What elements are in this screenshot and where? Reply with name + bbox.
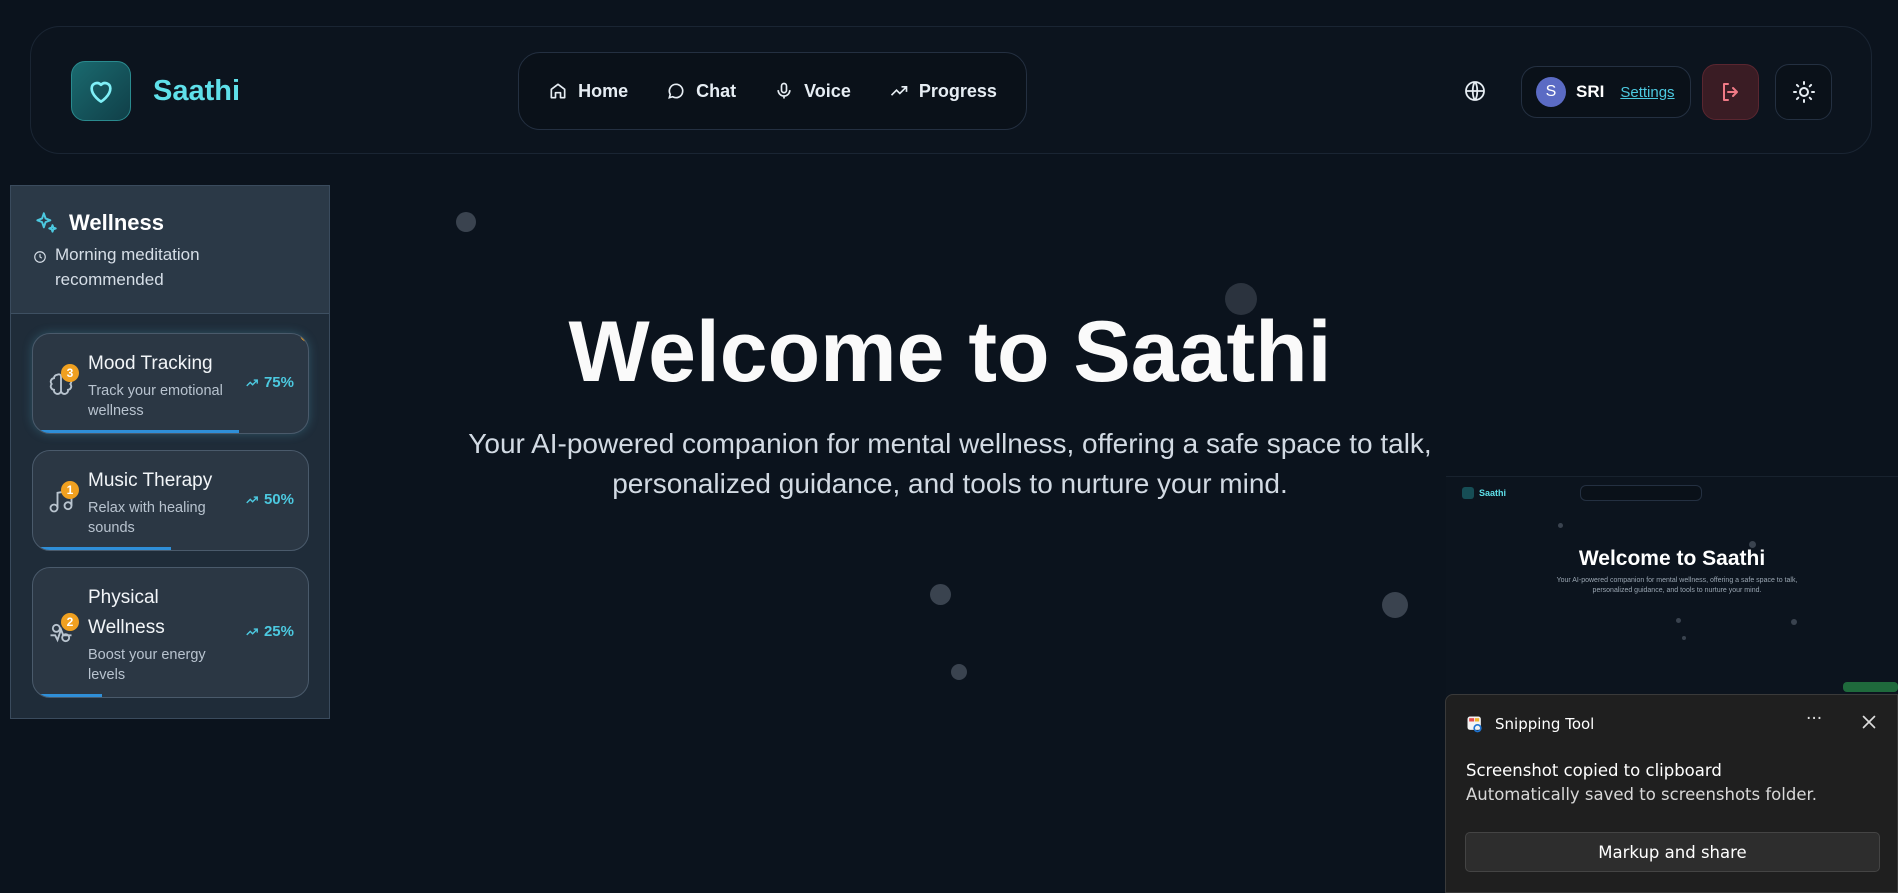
wellness-sidebar: Wellness Morning meditation recommended …: [10, 185, 330, 719]
snipping-tool-notification: Snipping Tool ··· Screenshot copied to c…: [1445, 694, 1898, 893]
card-description: Relax with healing sounds: [88, 500, 206, 536]
card-progress-track: [33, 547, 308, 550]
heart-icon: [71, 61, 131, 121]
thumbnail-nav: [1580, 485, 1702, 501]
clock-icon: [34, 251, 46, 263]
card-percent: 25%: [245, 623, 294, 640]
nav-home-label: Home: [578, 80, 629, 101]
brand-name: Saathi: [153, 74, 241, 107]
nav-voice-label: Voice: [804, 80, 851, 101]
physical-wellness-card[interactable]: 2 Physical Wellness Boost your energy le…: [32, 567, 309, 698]
top-header: Saathi Home Chat Voice Progress S SRI Se…: [30, 26, 1872, 154]
home-icon: [550, 83, 566, 99]
card-progress-bar: [33, 547, 171, 550]
thumbnail-subtitle: Your AI-powered companion for mental wel…: [1556, 577, 1798, 594]
nav-chat-label: Chat: [696, 80, 737, 101]
logout-icon: [1722, 83, 1738, 101]
sun-icon: [1792, 81, 1815, 103]
card-badge: 2: [61, 613, 79, 631]
nav-progress-label: Progress: [918, 80, 997, 101]
decorative-bubble: [1558, 523, 1563, 528]
trending-up-icon: [890, 86, 908, 96]
trending-up-icon: [246, 627, 258, 635]
thumbnail-brand: Saathi: [1462, 487, 1506, 499]
heart-icon: [1462, 487, 1474, 499]
card-title: Physical Wellness: [88, 587, 165, 638]
toast-app-name: Snipping Tool: [1495, 715, 1595, 733]
card-percent: 50%: [245, 491, 294, 508]
nav-progress[interactable]: Progress: [889, 81, 997, 102]
chat-icon: [668, 83, 684, 99]
more-options-button[interactable]: ···: [1806, 709, 1822, 729]
close-icon[interactable]: [1858, 711, 1880, 733]
activity-icon: 2: [47, 613, 79, 647]
markup-and-share-button[interactable]: Markup and share: [1465, 832, 1880, 872]
card-progress-bar: [33, 694, 102, 697]
snipping-tool-icon: [1467, 716, 1482, 733]
music-note-icon: 1: [47, 481, 79, 515]
card-progress-bar: [33, 430, 240, 433]
hero-subtitle: Your AI-powered companion for mental wel…: [468, 428, 1432, 499]
card-progress-track: [33, 694, 308, 697]
toast-message: Screenshot copied to clipboard: [1466, 761, 1722, 780]
nav-voice[interactable]: Voice: [774, 81, 851, 102]
main-nav: Home Chat Voice Progress: [518, 52, 1027, 130]
toast-header: Snipping Tool: [1465, 714, 1594, 734]
user-name: SRI: [1576, 82, 1605, 101]
sidebar-title: Wellness: [33, 210, 164, 236]
decorative-bubble: [1791, 619, 1797, 625]
brand[interactable]: Saathi: [71, 61, 240, 121]
trending-up-icon: [246, 495, 258, 503]
mic-icon: [777, 82, 791, 99]
card-percent-label: 25%: [263, 623, 294, 640]
nav-chat[interactable]: Chat: [666, 81, 736, 102]
hero-title: Welcome to Saathi: [568, 304, 1332, 400]
toast-detail: Automatically saved to screenshots folde…: [1466, 785, 1817, 804]
logout-button[interactable]: [1702, 64, 1759, 120]
settings-link[interactable]: Settings: [1620, 84, 1674, 101]
globe-icon[interactable]: [1463, 79, 1487, 103]
card-progress-track: [33, 430, 308, 433]
sidebar-subtitle-text: Morning meditation recommended: [55, 245, 200, 289]
decorative-bubble: [1382, 592, 1408, 618]
card-title: Music Therapy: [88, 470, 213, 491]
thumbnail-status-pill: [1843, 682, 1898, 692]
decorative-bubble: [951, 664, 967, 680]
decorative-bubble: [1682, 636, 1686, 640]
card-description: Boost your energy levels: [88, 647, 206, 683]
thumbnail-brand-name: Saathi: [1479, 488, 1507, 498]
sidebar-subtitle: Morning meditation recommended: [33, 242, 275, 292]
card-badge: 1: [61, 481, 79, 499]
theme-toggle-button[interactable]: [1775, 64, 1832, 120]
sidebar-header: Wellness Morning meditation recommended: [11, 186, 329, 314]
screenshot-thumbnail[interactable]: Saathi Welcome to Saathi Your AI-powered…: [1446, 476, 1898, 696]
card-percent-label: 50%: [263, 491, 294, 508]
decorative-bubble: [1676, 618, 1681, 623]
sparkles-icon: [36, 212, 57, 233]
nav-home[interactable]: Home: [548, 81, 628, 102]
app-page: Saathi Home Chat Voice Progress S SRI Se…: [0, 0, 1898, 893]
decorative-bubble: [930, 584, 951, 605]
thumbnail-title: Welcome to Saathi: [1578, 547, 1766, 570]
decorative-bubble: [456, 212, 476, 232]
avatar[interactable]: S: [1536, 77, 1566, 107]
music-therapy-card[interactable]: 1 Music Therapy Relax with healing sound…: [32, 450, 309, 551]
sidebar-title-text: Wellness: [69, 210, 164, 235]
user-menu: S SRI Settings: [1521, 66, 1691, 118]
